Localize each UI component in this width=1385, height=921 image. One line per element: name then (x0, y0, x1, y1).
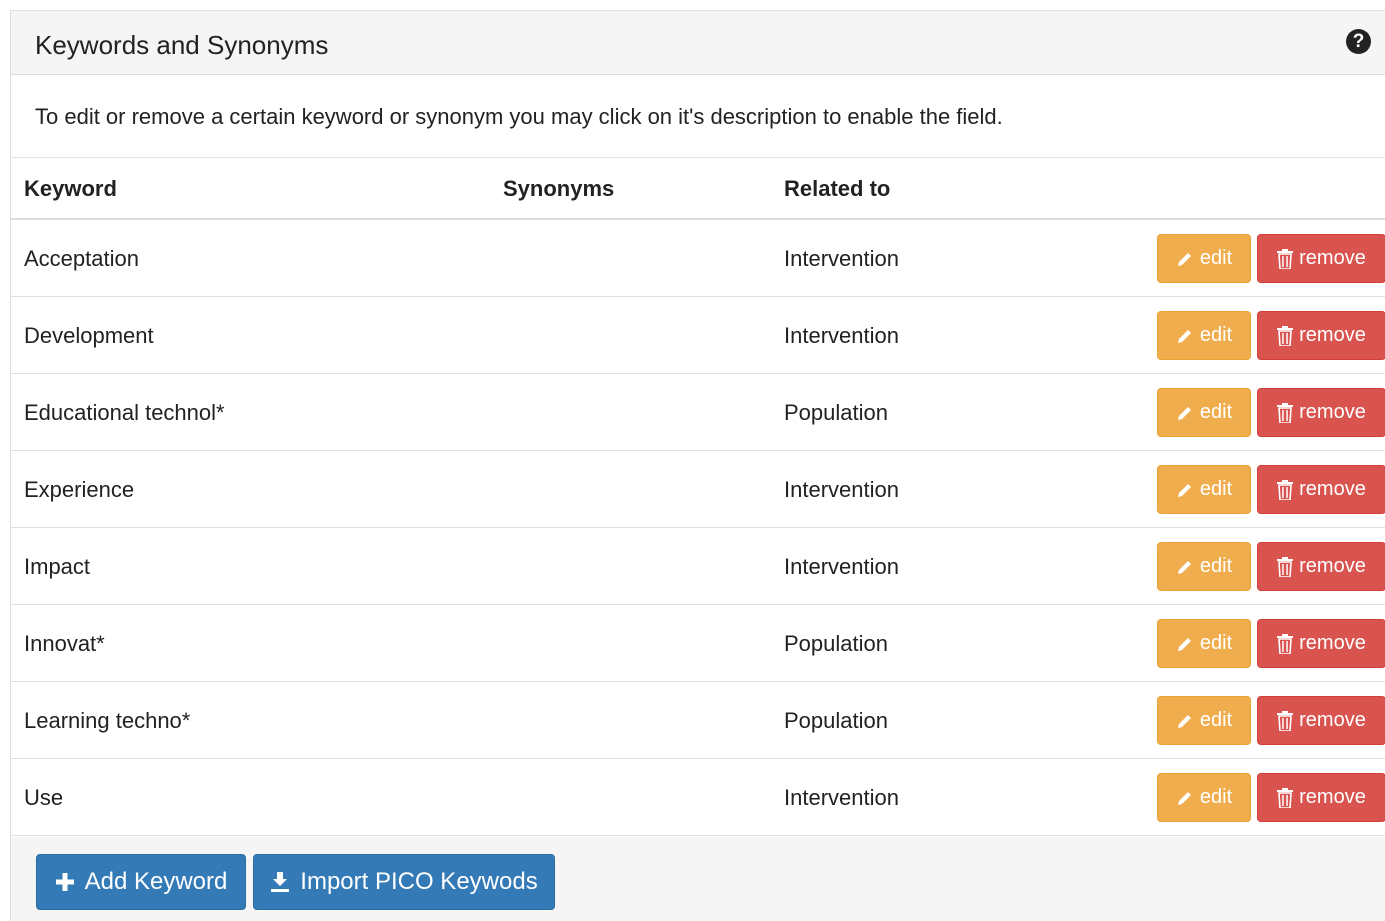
question-circle-icon[interactable]: ? (1346, 29, 1371, 54)
keyword-cell[interactable]: Educational technol* (24, 400, 225, 426)
remove-label: remove (1299, 786, 1366, 808)
header-keyword: Keyword (24, 176, 117, 201)
add-keyword-button[interactable]: Add Keyword (36, 854, 246, 910)
table-row: Educational technol* Population edit rem… (11, 374, 1385, 451)
keyword-cell[interactable]: Acceptation (24, 246, 139, 272)
remove-button[interactable]: remove (1257, 773, 1385, 822)
keyword-cell[interactable]: Experience (24, 477, 134, 503)
edit-label: edit (1199, 709, 1233, 731)
trash-icon (1277, 556, 1294, 577)
keyword-cell[interactable]: Learning techno* (24, 708, 190, 734)
pencil-icon (1177, 329, 1191, 343)
header-related-to: Related to (784, 176, 891, 201)
table-row: Experience Intervention edit remove (11, 451, 1385, 528)
related-to-cell: Intervention (784, 246, 899, 271)
remove-label: remove (1299, 324, 1366, 346)
edit-label: edit (1199, 555, 1233, 577)
keyword-cell[interactable]: Innovat* (24, 631, 105, 657)
edit-label: edit (1199, 786, 1233, 808)
remove-button[interactable]: remove (1257, 311, 1385, 360)
import-pico-keywords-button[interactable]: Import PICO Keywods (253, 854, 555, 910)
table-row: Learning techno* Population edit remove (11, 682, 1385, 759)
panel-footer: Add Keyword Import PICO Keywods (11, 837, 1385, 921)
import-pico-label: Import PICO Keywods (300, 868, 538, 895)
edit-button[interactable]: edit (1157, 388, 1251, 437)
table-header: Keyword Synonyms Related to (11, 158, 1385, 220)
edit-label: edit (1199, 247, 1233, 269)
edit-button[interactable]: edit (1157, 311, 1251, 360)
panel-heading: Keywords and Synonyms ? (11, 11, 1385, 75)
remove-label: remove (1299, 478, 1366, 500)
pencil-icon (1177, 560, 1191, 574)
trash-icon (1277, 710, 1294, 731)
remove-label: remove (1299, 401, 1366, 423)
pencil-icon (1177, 252, 1191, 266)
table-row: Innovat* Population edit remove (11, 605, 1385, 682)
edit-button[interactable]: edit (1157, 542, 1251, 591)
remove-label: remove (1299, 709, 1366, 731)
related-to-cell: Population (784, 708, 888, 733)
table-body: Acceptation Intervention edit remove Dev… (11, 220, 1385, 836)
pencil-icon (1177, 714, 1191, 728)
remove-label: remove (1299, 247, 1366, 269)
edit-label: edit (1199, 478, 1233, 500)
edit-label: edit (1199, 324, 1233, 346)
pencil-icon (1177, 637, 1191, 651)
remove-label: remove (1299, 555, 1366, 577)
plus-icon (55, 873, 74, 891)
trash-icon (1277, 402, 1294, 423)
trash-icon (1277, 633, 1294, 654)
related-to-cell: Intervention (784, 554, 899, 579)
remove-label: remove (1299, 632, 1366, 654)
import-icon (271, 872, 290, 892)
table-row: Use Intervention edit remove (11, 759, 1385, 836)
remove-button[interactable]: remove (1257, 696, 1385, 745)
table-row: Acceptation Intervention edit remove (11, 220, 1385, 297)
panel-description: To edit or remove a certain keyword or s… (11, 75, 1385, 158)
related-to-cell: Intervention (784, 477, 899, 502)
keyword-cell[interactable]: Impact (24, 554, 90, 580)
edit-button[interactable]: edit (1157, 234, 1251, 283)
remove-button[interactable]: remove (1257, 465, 1385, 514)
edit-button[interactable]: edit (1157, 619, 1251, 668)
add-keyword-label: Add Keyword (84, 868, 228, 895)
trash-icon (1277, 787, 1294, 808)
edit-button[interactable]: edit (1157, 696, 1251, 745)
keywords-panel: Keywords and Synonyms ? To edit or remov… (10, 10, 1385, 921)
related-to-cell: Intervention (784, 785, 899, 810)
panel-title: Keywords and Synonyms (35, 30, 329, 60)
keyword-cell[interactable]: Development (24, 323, 154, 349)
description-text: To edit or remove a certain keyword or s… (35, 104, 1003, 129)
pencil-icon (1177, 483, 1191, 497)
trash-icon (1277, 325, 1294, 346)
pencil-icon (1177, 791, 1191, 805)
remove-button[interactable]: remove (1257, 542, 1385, 591)
keyword-cell[interactable]: Use (24, 785, 63, 811)
trash-icon (1277, 479, 1294, 500)
edit-button[interactable]: edit (1157, 773, 1251, 822)
edit-label: edit (1199, 401, 1233, 423)
related-to-cell: Population (784, 400, 888, 425)
table-row: Development Intervention edit remove (11, 297, 1385, 374)
header-synonyms: Synonyms (503, 176, 615, 201)
related-to-cell: Intervention (784, 323, 899, 348)
edit-button[interactable]: edit (1157, 465, 1251, 514)
trash-icon (1277, 248, 1294, 269)
edit-label: edit (1199, 632, 1233, 654)
pencil-icon (1177, 406, 1191, 420)
remove-button[interactable]: remove (1257, 234, 1385, 283)
table-row: Impact Intervention edit remove (11, 528, 1385, 605)
remove-button[interactable]: remove (1257, 388, 1385, 437)
related-to-cell: Population (784, 631, 888, 656)
remove-button[interactable]: remove (1257, 619, 1385, 668)
